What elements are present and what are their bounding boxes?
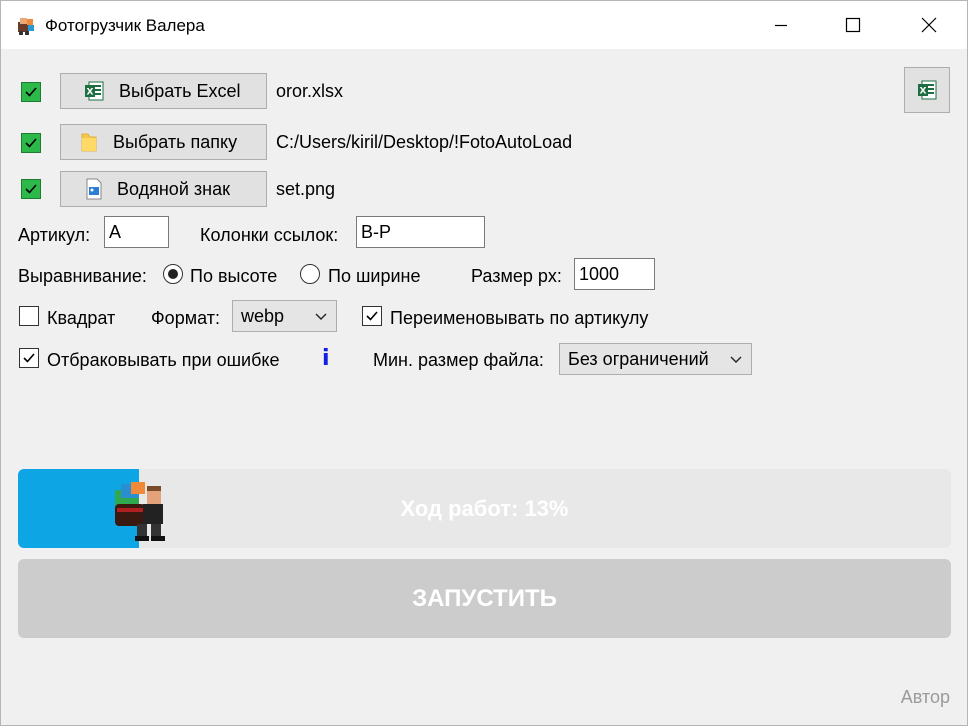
select-excel-button[interactable]: X Выбрать Excel (60, 73, 267, 109)
title-bar: Фотогрузчик Валера (1, 1, 967, 49)
close-button[interactable] (893, 1, 965, 49)
article-input[interactable]: A (104, 216, 169, 248)
chevron-down-icon (315, 313, 327, 320)
select-excel-label: Выбрать Excel (119, 80, 241, 101)
app-window: Фотогрузчик Валера X Выбрать Excel oror.… (0, 0, 968, 726)
min-file-size-label: Мин. размер файла: (373, 350, 544, 370)
checkmark-icon (23, 353, 35, 363)
size-px-input[interactable]: 1000 (574, 258, 655, 290)
square-checkbox[interactable] (19, 306, 39, 326)
min-file-size-select[interactable]: Без ограничений (559, 343, 752, 375)
chevron-down-icon (730, 356, 742, 363)
format-label: Формат: (151, 308, 220, 328)
maximize-button[interactable] (817, 1, 889, 49)
excel-file-name: oror.xlsx (276, 81, 344, 101)
excel-icon: X (918, 80, 937, 100)
svg-text:X: X (87, 88, 94, 98)
svg-text:X: X (920, 87, 927, 97)
checkmark-icon (25, 138, 37, 148)
author-link[interactable]: Автор (901, 687, 950, 708)
loader-mascot-icon (115, 482, 165, 541)
rename-by-article-checkbox[interactable] (362, 306, 382, 326)
open-excel-button[interactable]: X (904, 67, 950, 113)
align-by-width-radio[interactable] (300, 264, 320, 284)
close-icon (921, 17, 937, 33)
link-columns-input[interactable]: B-P (356, 216, 485, 248)
start-button[interactable]: ЗАПУСТИТЬ (18, 559, 951, 638)
excel-enabled-checkbox[interactable] (21, 82, 41, 102)
square-label[interactable]: Квадрат (47, 308, 115, 329)
info-icon[interactable]: i (322, 346, 330, 371)
checkmark-icon (366, 311, 378, 321)
folder-icon (81, 133, 97, 152)
size-px-label: Размер px: (471, 266, 562, 286)
folder-path: C:/Users/kiril/Desktop/!FotoAutoLoad (276, 132, 573, 152)
window-title: Фотогрузчик Валера (45, 16, 205, 35)
select-watermark-button[interactable]: Водяной знак (60, 171, 267, 207)
link-columns-label: Колонки ссылок: (200, 225, 339, 245)
watermark-file-name: set.png (276, 179, 336, 199)
rename-by-article-label[interactable]: Переименовывать по артикулу (390, 308, 648, 329)
maximize-icon (845, 17, 861, 33)
app-mascot-icon (18, 18, 34, 35)
checkmark-icon (25, 87, 37, 97)
format-value: webp (241, 305, 285, 326)
select-folder-button[interactable]: Выбрать папку (60, 124, 267, 160)
format-select[interactable]: webp (232, 300, 337, 332)
alignment-label: Выравнивание: (18, 266, 147, 286)
min-file-size-value: Без ограничений (568, 348, 709, 369)
watermark-enabled-checkbox[interactable] (21, 179, 41, 199)
minimize-button[interactable] (745, 1, 817, 49)
align-by-height-radio[interactable] (163, 264, 183, 284)
folder-enabled-checkbox[interactable] (21, 133, 41, 153)
article-label: Артикул: (18, 225, 91, 245)
reject-on-error-label[interactable]: Отбраковывать при ошибке (47, 350, 279, 371)
image-file-icon (86, 178, 102, 200)
align-by-height-label[interactable]: По высоте (190, 266, 277, 287)
align-by-width-label[interactable]: По ширине (328, 266, 420, 287)
checkmark-icon (25, 184, 37, 194)
reject-on-error-checkbox[interactable] (19, 348, 39, 368)
select-folder-label: Выбрать папку (113, 131, 238, 152)
select-watermark-label: Водяной знак (117, 178, 230, 199)
excel-icon: X (85, 81, 104, 101)
minimize-icon (775, 24, 787, 27)
